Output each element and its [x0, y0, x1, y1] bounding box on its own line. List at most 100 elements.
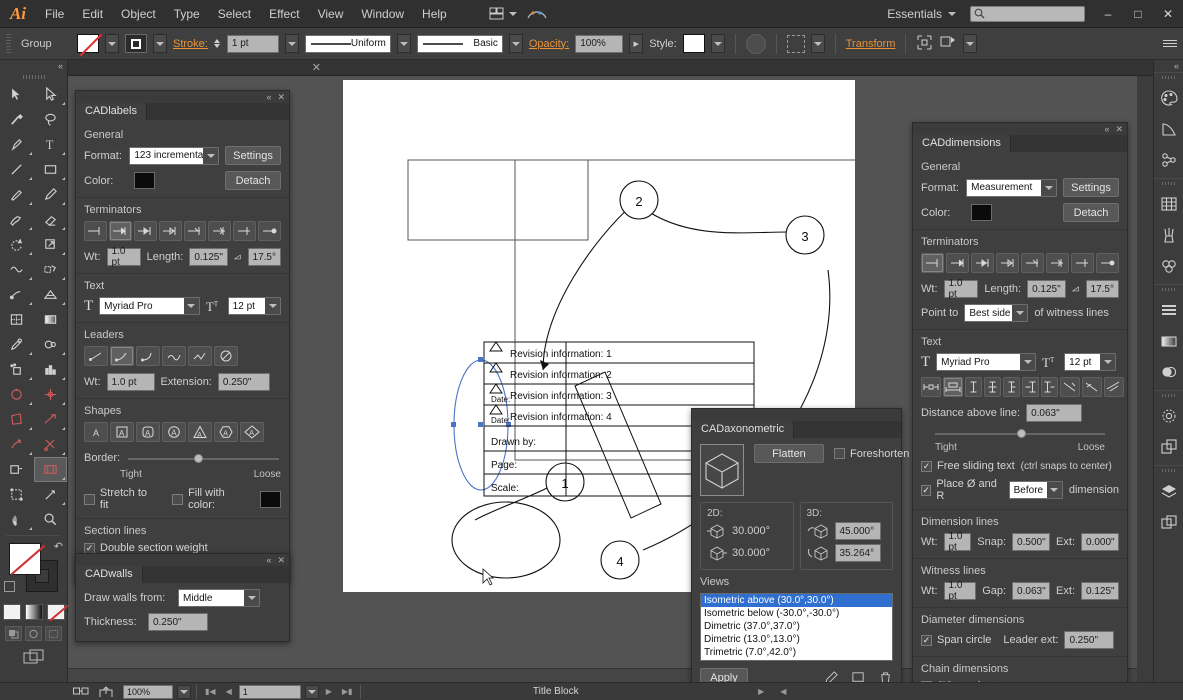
share-button[interactable] — [94, 683, 118, 700]
dock-group-grip[interactable] — [1154, 466, 1183, 475]
dock-collapse-button[interactable]: « — [1154, 60, 1183, 72]
caddimensions-span-circle-checkbox[interactable]: ✓ Span circle — [921, 634, 991, 646]
cadlabels-close-icon[interactable]: ✕ — [277, 91, 285, 103]
cadlabels-angle-field[interactable]: 17.5° — [248, 248, 281, 266]
text-rotate-1-icon[interactable] — [1060, 377, 1080, 397]
cadlabels-wt-field[interactable]: 1.0 pt — [107, 248, 141, 266]
fill-swatch-button[interactable] — [77, 34, 99, 53]
crop-tool[interactable] — [0, 482, 34, 507]
menu-help[interactable]: Help — [413, 0, 456, 28]
tab-cadaxonometric[interactable]: CADaxonometric — [692, 421, 794, 438]
caddimensions-place-combo[interactable]: Before — [1009, 481, 1063, 499]
caddimensions-font-size-combo[interactable]: 12 pt — [1064, 353, 1116, 371]
wit-ext-field[interactable]: 0.125" — [1081, 582, 1119, 600]
width-tool[interactable] — [0, 257, 34, 282]
dim-terminator-option-5[interactable] — [1021, 253, 1044, 273]
close-document-icon[interactable]: ✕ — [312, 61, 321, 74]
caddimensions-settings-button[interactable]: Settings — [1063, 178, 1119, 197]
dim-terminator-option-8[interactable] — [1096, 253, 1119, 273]
stroke-weight-field[interactable]: 1 pt — [227, 35, 279, 53]
text-rotate-2-icon[interactable] — [1082, 377, 1102, 397]
magic-wand-tool[interactable] — [0, 107, 34, 132]
align-button[interactable] — [787, 35, 805, 53]
cadlabels-leader-wt-field[interactable]: 1.0 pt — [107, 373, 155, 391]
minimize-button[interactable]: – — [1093, 0, 1123, 28]
axonometric-cube-preview[interactable] — [700, 444, 744, 496]
line-segment-tool[interactable] — [0, 157, 34, 182]
column-graph-tool[interactable] — [34, 357, 68, 382]
reshape-tool[interactable] — [0, 432, 34, 457]
mask-button[interactable] — [939, 34, 957, 53]
stroke-swatch-button[interactable] — [125, 34, 147, 53]
appearance-panel-icon[interactable] — [1154, 400, 1183, 431]
preview-mode-button[interactable] — [68, 683, 94, 700]
perspective-selection-tool[interactable] — [0, 407, 34, 432]
text-align-outside-icon[interactable] — [921, 377, 941, 397]
prev-page-icon[interactable]: ◀ — [223, 687, 235, 696]
cadlabels-font-size-combo[interactable]: 12 pt — [228, 297, 281, 315]
terminator-option-7[interactable] — [233, 221, 256, 241]
leader-option-none[interactable] — [214, 346, 238, 366]
view-item-isometric-above[interactable]: Isometric above (30.0°,30.0°) — [701, 594, 892, 607]
terminator-option-4[interactable] — [159, 221, 182, 241]
leader-option-multi[interactable] — [188, 346, 212, 366]
caddimensions-collapse-icon[interactable]: « — [1104, 123, 1109, 135]
menu-effect[interactable]: Effect — [260, 0, 308, 28]
terminator-option-8[interactable] — [258, 221, 281, 241]
shape-option-diamond[interactable]: A — [240, 422, 264, 442]
leader-option-straight[interactable] — [84, 346, 108, 366]
scale-tool[interactable] — [34, 232, 68, 257]
cadlabels-panel[interactable]: « ✕ CADlabels General Format: 123 increm… — [75, 90, 290, 583]
shape-option-circle[interactable]: A — [162, 422, 186, 442]
bridge-button[interactable] — [522, 5, 552, 23]
cadaxonometric-panel[interactable]: CADaxonometric Flatten Foreshorten — [691, 408, 902, 696]
text-align-above-icon[interactable] — [943, 377, 963, 397]
type-tool[interactable]: T — [34, 132, 68, 157]
terminator-option-2[interactable] — [109, 221, 132, 241]
status-expand-right[interactable]: ▶ — [750, 683, 772, 700]
isolate-object-button[interactable] — [916, 34, 933, 54]
cadlabels-font-combo[interactable]: Myriad Pro — [99, 297, 200, 315]
dock-group-grip[interactable] — [1154, 391, 1183, 400]
stroke-weight-spinner[interactable] — [214, 39, 220, 48]
dim-snap-field[interactable]: 0.500" — [1012, 533, 1050, 551]
status-expand-left[interactable]: ◀ — [772, 683, 794, 700]
default-fill-stroke-icon[interactable] — [4, 581, 15, 592]
page-field[interactable]: 1 — [239, 685, 301, 699]
menu-object[interactable]: Object — [112, 0, 165, 28]
text-vertical-1-icon[interactable] — [965, 377, 982, 397]
slice-tool[interactable] — [34, 382, 68, 407]
swap-fill-stroke-icon[interactable]: ↶ — [54, 540, 63, 553]
dim-terminator-option-4[interactable] — [996, 253, 1019, 273]
view-item-isometric-below[interactable]: Isometric below (-30.0°,-30.0°) — [701, 607, 892, 620]
close-button[interactable]: ✕ — [1153, 0, 1183, 28]
shape-option-plain[interactable]: A — [84, 422, 108, 442]
terminator-option-6[interactable] — [208, 221, 231, 241]
cadlabels-format-combo[interactable]: 123 incremental — [129, 147, 219, 165]
eraser-tool[interactable] — [34, 207, 68, 232]
opacity-field[interactable]: 100% — [575, 35, 623, 53]
draw-inside-button[interactable] — [45, 626, 62, 641]
caddimensions-distance-field[interactable]: 0.063" — [1026, 404, 1082, 422]
draw-normal-button[interactable] — [5, 626, 22, 641]
blob-brush-tool[interactable] — [0, 207, 34, 232]
leader-option-zigzag[interactable] — [162, 346, 186, 366]
color-guide-panel-icon[interactable] — [1154, 113, 1183, 144]
measure-tool[interactable] — [34, 482, 68, 507]
control-bar-grip[interactable] — [6, 34, 11, 54]
artboard-tool[interactable] — [0, 382, 34, 407]
stroke-dropdown-button[interactable] — [153, 34, 167, 53]
caddimensions-point-to-combo[interactable]: Best side — [964, 304, 1028, 322]
axonometric-3d-b-field[interactable]: 35.264° — [835, 544, 881, 562]
cadwalls-collapse-icon[interactable]: « — [266, 554, 271, 566]
direct-selection-tool[interactable] — [34, 82, 68, 107]
mesh-tool[interactable] — [0, 307, 34, 332]
dim-terminator-option-6[interactable] — [1046, 253, 1069, 273]
gradient-panel-icon[interactable] — [1154, 325, 1183, 356]
rectangle-tool[interactable] — [34, 157, 68, 182]
caddimensions-wt-field[interactable]: 1.0 pt — [944, 280, 979, 298]
tab-cadlabels[interactable]: CADlabels — [76, 103, 147, 120]
leader-option-curve[interactable] — [110, 346, 134, 366]
cadwalls-thickness-field[interactable]: 0.250" — [148, 613, 208, 631]
brush-combo[interactable]: Basic — [417, 35, 503, 53]
